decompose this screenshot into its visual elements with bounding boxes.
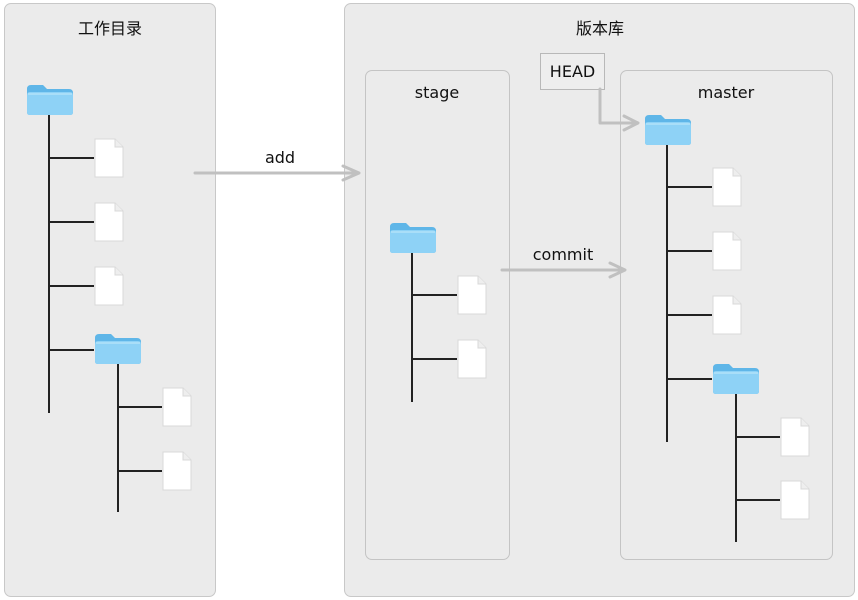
file-icon [457, 275, 487, 315]
add-arrow [193, 164, 361, 182]
stage-tree [411, 252, 457, 402]
file-icon [94, 138, 124, 178]
diagram-canvas: add commit [26, 84, 810, 542]
file-icon [712, 295, 742, 335]
commit-label: commit [533, 245, 593, 264]
folder-icon [644, 114, 692, 146]
folder-icon [389, 222, 437, 254]
file-icon [94, 202, 124, 242]
file-icon [162, 451, 192, 491]
file-icon [712, 167, 742, 207]
add-label: add [265, 148, 295, 167]
file-icon [780, 417, 810, 457]
file-icon [162, 387, 192, 427]
file-icon [457, 339, 487, 379]
folder-icon [94, 333, 142, 365]
file-icon [780, 480, 810, 520]
file-icon [712, 231, 742, 271]
file-icon [94, 266, 124, 306]
folder-icon [26, 84, 74, 116]
head-arrow [598, 87, 640, 132]
commit-arrow [500, 261, 627, 279]
folder-icon [712, 363, 760, 395]
